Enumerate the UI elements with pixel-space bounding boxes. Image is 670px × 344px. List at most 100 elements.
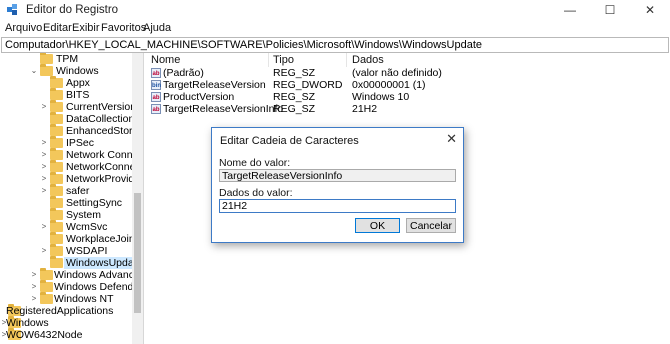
value-row[interactable]: ab (Padrão) REG_SZ (valor não definido) [146,67,670,79]
chevron-right-icon[interactable]: > [30,281,38,293]
folder-icon [40,53,53,64]
cancel-button[interactable]: Cancelar [406,218,456,233]
folder-icon [40,292,53,304]
window-title: Editor do Registro [26,4,119,16]
tree-item-label: System [66,209,102,221]
tree-item-label: Windows Defender [54,281,143,293]
tree-item-label: RegisteredApplications [6,305,114,317]
folder-icon [50,148,63,160]
close-button[interactable]: ✕ [630,0,670,21]
value-name: (Padrão) [163,67,204,79]
menu-bar: Arquivo Editar Exibir Favoritos Ajuda [0,21,670,37]
value-type: REG_SZ [273,91,316,103]
column-header-type[interactable]: Tipo [273,53,294,67]
title-bar: Editor do Registro — ☐ ✕ [0,0,670,21]
tree-item-label: WOW6432Node [6,329,83,341]
chevron-right-icon[interactable]: > [40,149,48,161]
tree-item-label: TPM [56,53,79,65]
folder-icon [50,124,63,136]
tree-item-label: SettingSync [66,197,123,209]
chevron-icon[interactable]: ⌄ [30,65,38,77]
maximize-button[interactable]: ☐ [590,0,630,21]
folder-icon [50,136,63,148]
tree-item-label: safer [66,185,90,197]
folder-icon [50,196,63,208]
tree-item-label: Windows NT [54,293,114,305]
string-value-icon: ab [151,68,161,78]
string-value-icon: ab [151,92,161,102]
value-data: 0x00000001 (1) [352,79,426,91]
value-data: (valor não definido) [352,67,442,79]
menu-exibir[interactable]: Exibir [72,22,100,34]
folder-icon [50,88,63,100]
folder-icon [50,160,63,172]
chevron-right-icon[interactable]: > [40,101,48,113]
address-path: Computador\HKEY_LOCAL_MACHINE\SOFTWARE\P… [5,39,483,51]
value-name: ProductVersion [163,91,235,103]
column-separator[interactable] [346,53,347,67]
dialog-title: Editar Cadeia de Caracteres [220,135,359,147]
tree-item-label: CurrentVersion [66,101,137,113]
edit-string-dialog: Editar Cadeia de Caracteres ✕ Nome do va… [211,127,464,243]
value-name: TargetReleaseVersionInfo [163,103,284,115]
tree-item-label: Windows [56,65,99,77]
string-value-icon: ab [151,104,161,114]
column-header-name[interactable]: Nome [151,53,180,67]
column-header-data[interactable]: Dados [352,53,384,67]
tree-item-label: BITS [66,89,90,101]
folder-icon [50,220,63,232]
tree-item-label: IPSec [66,137,95,149]
chevron-right-icon[interactable]: > [30,269,38,281]
folder-icon [50,232,63,244]
value-data-input[interactable]: 21H2 [219,199,456,213]
folder-open-icon [40,64,53,76]
tree-item-label: Windows Advanced Tl [54,269,144,281]
chevron-right-icon[interactable]: > [40,185,48,197]
chevron-right-icon[interactable]: > [40,137,48,149]
folder-icon [40,268,53,280]
folder-icon [50,184,63,196]
folder-icon [50,172,63,184]
value-row[interactable]: ab ProductVersion REG_SZ Windows 10 [146,91,670,103]
folder-icon [50,256,63,268]
menu-favoritos[interactable]: Favoritos [101,22,146,34]
value-data: 21H2 [352,103,378,115]
value-data: Windows 10 [352,91,410,103]
minimize-button[interactable]: — [550,0,590,21]
tree-item-label: Appx [66,77,90,89]
ok-button[interactable]: OK [355,218,400,233]
chevron-right-icon[interactable]: > [40,221,48,233]
chevron-right-icon[interactable]: > [40,161,48,173]
binary-value-icon: bin [151,80,161,90]
value-name-field: TargetReleaseVersionInfo [219,169,456,182]
tree-item-label: WSDAPI [66,245,108,257]
menu-editar[interactable]: Editar [43,22,72,34]
value-name-label: Nome do valor: [219,157,291,169]
folder-icon [50,76,63,88]
chevron-right-icon[interactable]: > [40,245,48,257]
value-data-label: Dados do valor: [219,187,293,199]
address-bar[interactable]: Computador\HKEY_LOCAL_MACHINE\SOFTWARE\P… [1,37,669,53]
menu-ajuda[interactable]: Ajuda [143,22,171,34]
folder-icon [50,100,63,112]
value-row[interactable]: ab TargetReleaseVersionInfo REG_SZ 21H2 [146,103,670,115]
folder-icon [50,112,63,124]
registry-tree[interactable]: TPM ⌄ Windows Appx BITS > CurrentVersion… [0,53,144,344]
folder-icon [40,280,53,292]
tree-scrollbar[interactable] [132,53,143,344]
value-type: REG_SZ [273,67,316,79]
chevron-right-icon[interactable]: > [30,293,38,305]
menu-arquivo[interactable]: Arquivo [5,22,42,34]
folder-icon [50,244,63,256]
value-name: TargetReleaseVersion [163,79,266,91]
column-separator[interactable] [268,53,269,67]
tree-item-label: WcmSvc [66,221,108,233]
value-row[interactable]: bin TargetReleaseVersion REG_DWORD 0x000… [146,79,670,91]
scrollbar-thumb[interactable] [134,193,141,313]
dialog-close-icon[interactable]: ✕ [446,131,457,147]
chevron-right-icon[interactable]: > [40,173,48,185]
tree-item-label: WorkplaceJoin [66,233,135,245]
value-type: REG_DWORD [273,79,343,91]
folder-icon [50,208,63,220]
value-type: REG_SZ [273,103,316,115]
